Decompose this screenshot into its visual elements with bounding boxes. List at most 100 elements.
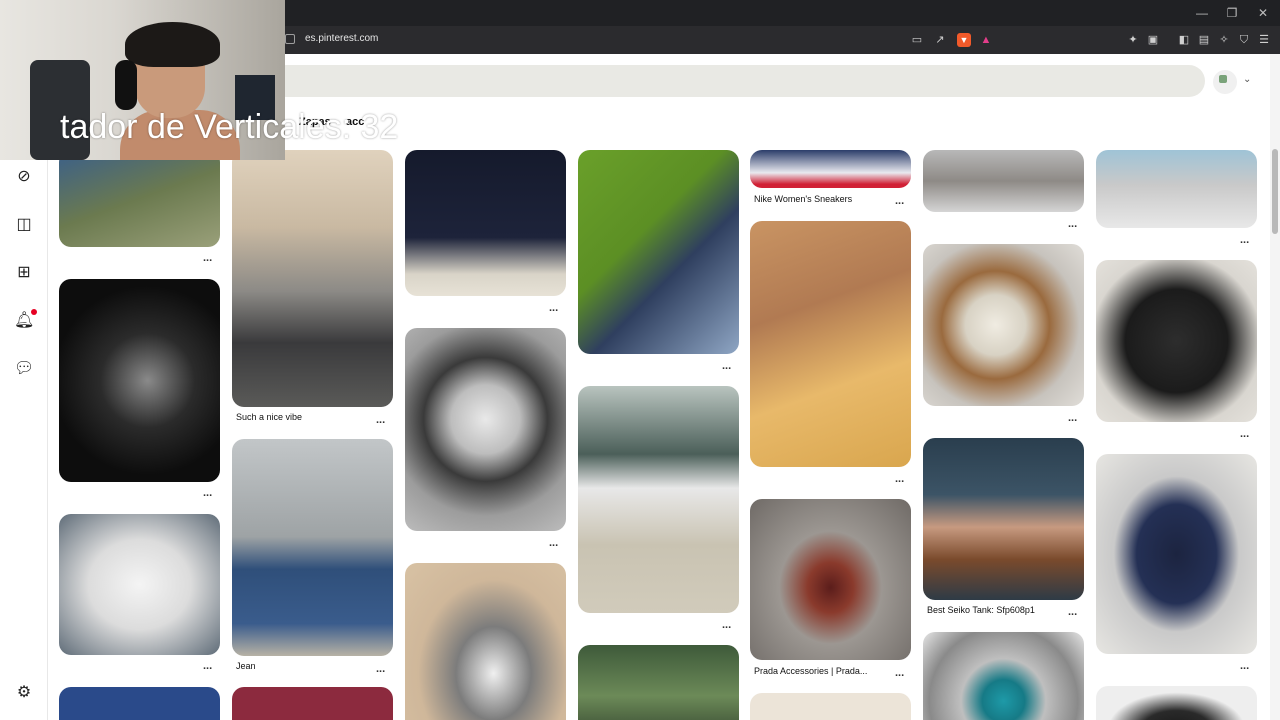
create-icon[interactable]: ⊞ — [14, 263, 34, 283]
boards-icon[interactable]: ◫ — [14, 215, 34, 235]
pin-card[interactable] — [232, 439, 393, 656]
pin-title: Such a nice vibe — [236, 412, 303, 422]
pin-image — [59, 150, 220, 247]
brave-shields-icon[interactable]: ▼ — [957, 33, 971, 47]
brave-rewards-icon[interactable]: ▲ — [979, 33, 993, 47]
pin-card[interactable] — [750, 499, 911, 660]
pin-image — [59, 687, 220, 720]
pin-image — [923, 150, 1084, 212]
pin-more-button[interactable]: ... — [203, 488, 212, 499]
pin-image — [750, 150, 911, 188]
pin-card[interactable] — [923, 150, 1084, 212]
page-scrollbar[interactable] — [1270, 54, 1280, 720]
pin-card[interactable] — [923, 438, 1084, 600]
pin-card[interactable] — [923, 632, 1084, 720]
pin-title: Jean — [236, 661, 256, 671]
share-icon[interactable]: ↗ — [933, 33, 947, 47]
headset-icon — [115, 60, 137, 110]
webcam-person-hair — [125, 22, 220, 67]
pin-card[interactable] — [59, 150, 220, 247]
pin-image — [405, 563, 566, 720]
pin-card[interactable] — [923, 244, 1084, 406]
pin-image — [750, 221, 911, 467]
messages-icon[interactable]: 💬︎ — [14, 359, 34, 379]
wallet-icon[interactable]: ▤ — [1197, 33, 1211, 47]
pin-card[interactable] — [1096, 454, 1257, 654]
pin-card[interactable] — [405, 150, 566, 296]
pin-image — [923, 438, 1084, 600]
pin-more-button[interactable]: ... — [722, 620, 731, 631]
notification-badge — [31, 309, 37, 315]
vpn-icon[interactable]: ⛉ — [1237, 33, 1251, 47]
pin-title: Nike Women's Sneakers — [754, 194, 853, 204]
pin-more-button[interactable]: ... — [895, 196, 904, 207]
pin-card[interactable] — [1096, 150, 1257, 228]
pin-image — [750, 499, 911, 660]
pin-image — [405, 328, 566, 531]
pin-card[interactable] — [59, 279, 220, 482]
restore-button[interactable]: ❐ — [1224, 5, 1240, 21]
pin-title: Best Seiko Tank: Sfp608p1 — [927, 605, 1035, 615]
extensions-icon[interactable]: ✦ — [1126, 33, 1140, 47]
pin-card[interactable] — [578, 645, 739, 720]
pin-image — [1096, 454, 1257, 654]
pin-card[interactable] — [1096, 260, 1257, 422]
scrollbar-thumb[interactable] — [1272, 149, 1278, 234]
pin-image — [59, 514, 220, 655]
settings-icon[interactable]: ⚙ — [14, 683, 34, 703]
pin-card[interactable] — [750, 221, 911, 467]
pin-image — [1096, 260, 1257, 422]
close-button[interactable]: ✕ — [1255, 5, 1271, 21]
pin-card[interactable] — [59, 514, 220, 655]
pin-card[interactable] — [405, 563, 566, 720]
pin-image — [578, 645, 739, 720]
pin-more-button[interactable]: ... — [1068, 607, 1077, 618]
pin-more-button[interactable]: ... — [1240, 661, 1249, 672]
pin-image — [232, 687, 393, 720]
pin-more-button[interactable]: ... — [1068, 219, 1077, 230]
pin-image — [750, 693, 911, 720]
pin-more-button[interactable]: ... — [203, 661, 212, 672]
pin-card[interactable] — [232, 687, 393, 720]
pin-card[interactable] — [750, 693, 911, 720]
pin-more-button[interactable]: ... — [1240, 429, 1249, 440]
pin-image — [923, 632, 1084, 720]
pin-image — [578, 150, 739, 354]
site-settings-icon[interactable] — [285, 34, 295, 44]
minimize-button[interactable]: — — [1194, 5, 1210, 21]
pin-card[interactable] — [405, 328, 566, 531]
pin-card[interactable] — [1096, 686, 1257, 720]
cast-icon[interactable]: ▭ — [910, 33, 924, 47]
pin-image — [59, 279, 220, 482]
pin-card[interactable] — [232, 150, 393, 407]
pin-more-button[interactable]: ... — [549, 538, 558, 549]
pin-more-button[interactable]: ... — [376, 415, 385, 426]
pin-more-button[interactable]: ... — [376, 664, 385, 675]
pin-card[interactable] — [578, 386, 739, 613]
pin-image — [923, 244, 1084, 406]
pin-card[interactable] — [750, 150, 911, 188]
pin-more-button[interactable]: ... — [722, 361, 731, 372]
explore-icon[interactable]: ⊘ — [14, 167, 34, 187]
pin-title: Prada Accessories | Prada... — [754, 666, 868, 676]
pin-more-button[interactable]: ... — [895, 474, 904, 485]
address-bar[interactable]: es.pinterest.com — [305, 33, 378, 44]
pin-more-button[interactable]: ... — [1068, 413, 1077, 424]
search-input[interactable] — [270, 65, 1205, 97]
leo-ai-icon[interactable]: ✧ — [1217, 33, 1231, 47]
tab-search-icon[interactable]: ▣ — [1146, 33, 1160, 47]
pin-card[interactable] — [578, 150, 739, 354]
avatar[interactable] — [1213, 70, 1237, 94]
stream-overlay-text: tador de Verticales: 32 — [60, 108, 399, 146]
pin-card[interactable] — [59, 687, 220, 720]
menu-icon[interactable]: ☰ — [1257, 33, 1271, 47]
pin-more-button[interactable]: ... — [895, 668, 904, 679]
pin-more-button[interactable]: ... — [203, 253, 212, 264]
pin-image — [232, 150, 393, 407]
pin-image — [232, 439, 393, 656]
chevron-down-icon[interactable]: ⌄ — [1243, 74, 1251, 85]
pin-image — [1096, 150, 1257, 228]
pin-more-button[interactable]: ... — [549, 303, 558, 314]
pin-more-button[interactable]: ... — [1240, 235, 1249, 246]
sidebar-toggle-icon[interactable]: ◧ — [1177, 33, 1191, 47]
